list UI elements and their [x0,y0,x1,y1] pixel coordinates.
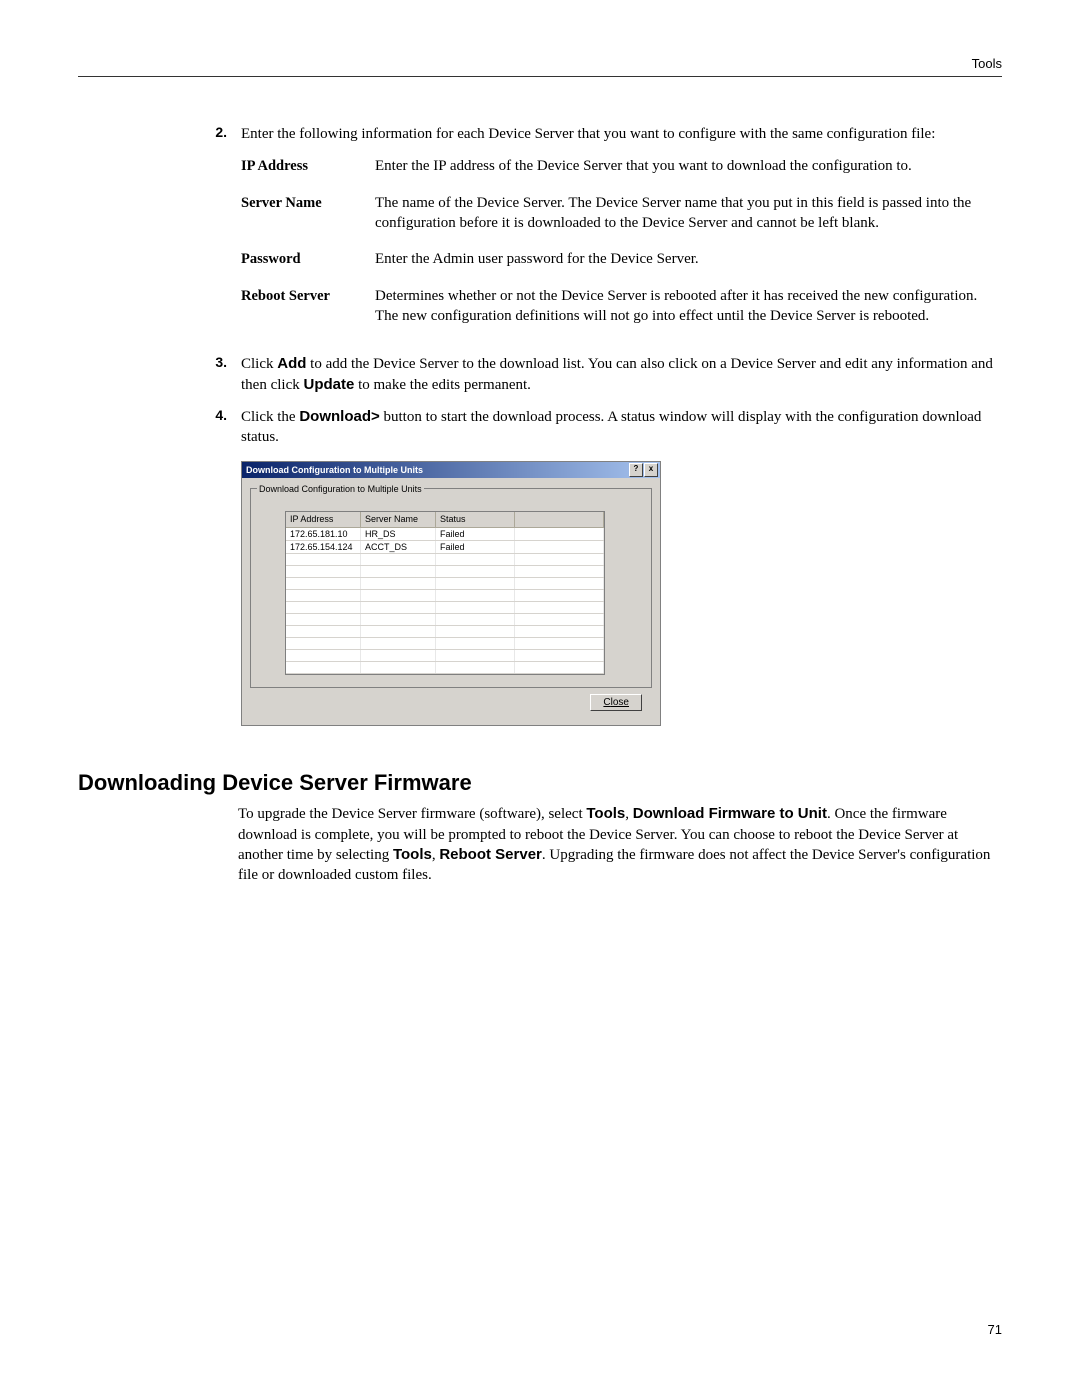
s3-add: Add [277,355,306,372]
step-2-intro: Enter the following information for each… [241,124,1002,144]
step-body-4: Click the Download> button to start the … [241,407,1002,744]
def-desc-servername: The name of the Device Server. The Devic… [375,193,1002,234]
step-number-4: 4. [78,407,241,744]
col-server: Server Name [361,512,436,527]
table-row [286,554,604,566]
close-icon[interactable]: x [644,463,658,477]
table-row [286,578,604,590]
cell-ip: 172.65.181.10 [286,528,361,540]
b-tools: Tools [586,805,625,822]
dialog-title-text: Download Configuration to Multiple Units [246,464,629,476]
definition-table: IP Address Enter the IP address of the D… [241,156,1002,326]
def-term-ip: IP Address [241,156,375,177]
cell-name: ACCT_DS [361,541,436,553]
col-blank [515,512,604,527]
table-row [286,662,604,674]
section2-paragraph: To upgrade the Device Server firmware (s… [238,804,1002,885]
cell-status: Failed [436,528,515,540]
dialog-groupbox: Download Configuration to Multiple Units… [250,488,652,687]
col-status: Status [436,512,515,527]
s3-post: to make the edits permanent. [354,377,531,393]
help-icon[interactable]: ? [629,463,643,477]
step-body-3: Click Add to add the Device Server to th… [241,354,1002,395]
cell-ip: 172.65.154.124 [286,541,361,553]
def-term-password: Password [241,249,375,270]
header-rule [78,76,1002,77]
def-term-reboot: Reboot Server [241,286,375,327]
step-number-3: 3. [78,354,241,395]
s4-download: Download> [299,408,379,425]
dialog-titlebar: Download Configuration to Multiple Units… [242,462,660,478]
dialog-screenshot: Download Configuration to Multiple Units… [241,461,1002,726]
def-desc-reboot: Determines whether or not the Device Ser… [375,286,1002,327]
table-row [286,626,604,638]
s3-pre: Click [241,356,277,372]
table-row [286,650,604,662]
sep1: , [625,806,633,822]
table-row [286,638,604,650]
close-underline: C [603,697,610,708]
download-dialog: Download Configuration to Multiple Units… [241,461,661,726]
cell-blank [515,541,604,553]
close-button[interactable]: Close [590,694,642,712]
cell-status: Failed [436,541,515,553]
table-row [286,602,604,614]
table-row [286,566,604,578]
def-desc-ip: Enter the IP address of the Device Serve… [375,156,1002,177]
b-tools2: Tools [393,846,432,863]
step-number-2: 2. [78,124,241,342]
b-reboot: Reboot Server [439,846,542,863]
grid-header: IP Address Server Name Status [286,512,604,527]
step-body-2: Enter the following information for each… [241,124,1002,342]
col-ip: IP Address [286,512,361,527]
page-number: 71 [988,1322,1002,1337]
close-rest: lose [611,697,629,708]
table-row: 172.65.154.124 ACCT_DS Failed [286,541,604,554]
s3-update: Update [303,376,354,393]
b-download-fw: Download Firmware to Unit [633,805,827,822]
p-pre: To upgrade the Device Server firmware (s… [238,806,586,822]
status-grid: IP Address Server Name Status 172.65.181… [285,511,605,674]
header-section: Tools [972,56,1002,71]
section-heading: Downloading Device Server Firmware [78,770,1002,796]
table-row [286,590,604,602]
cell-name: HR_DS [361,528,436,540]
table-row: 172.65.181.10 HR_DS Failed [286,528,604,541]
def-term-servername: Server Name [241,193,375,234]
dialog-groupbox-legend: Download Configuration to Multiple Units [257,483,424,495]
table-row [286,614,604,626]
def-desc-password: Enter the Admin user password for the De… [375,249,1002,270]
s4-pre: Click the [241,409,299,425]
cell-blank [515,528,604,540]
